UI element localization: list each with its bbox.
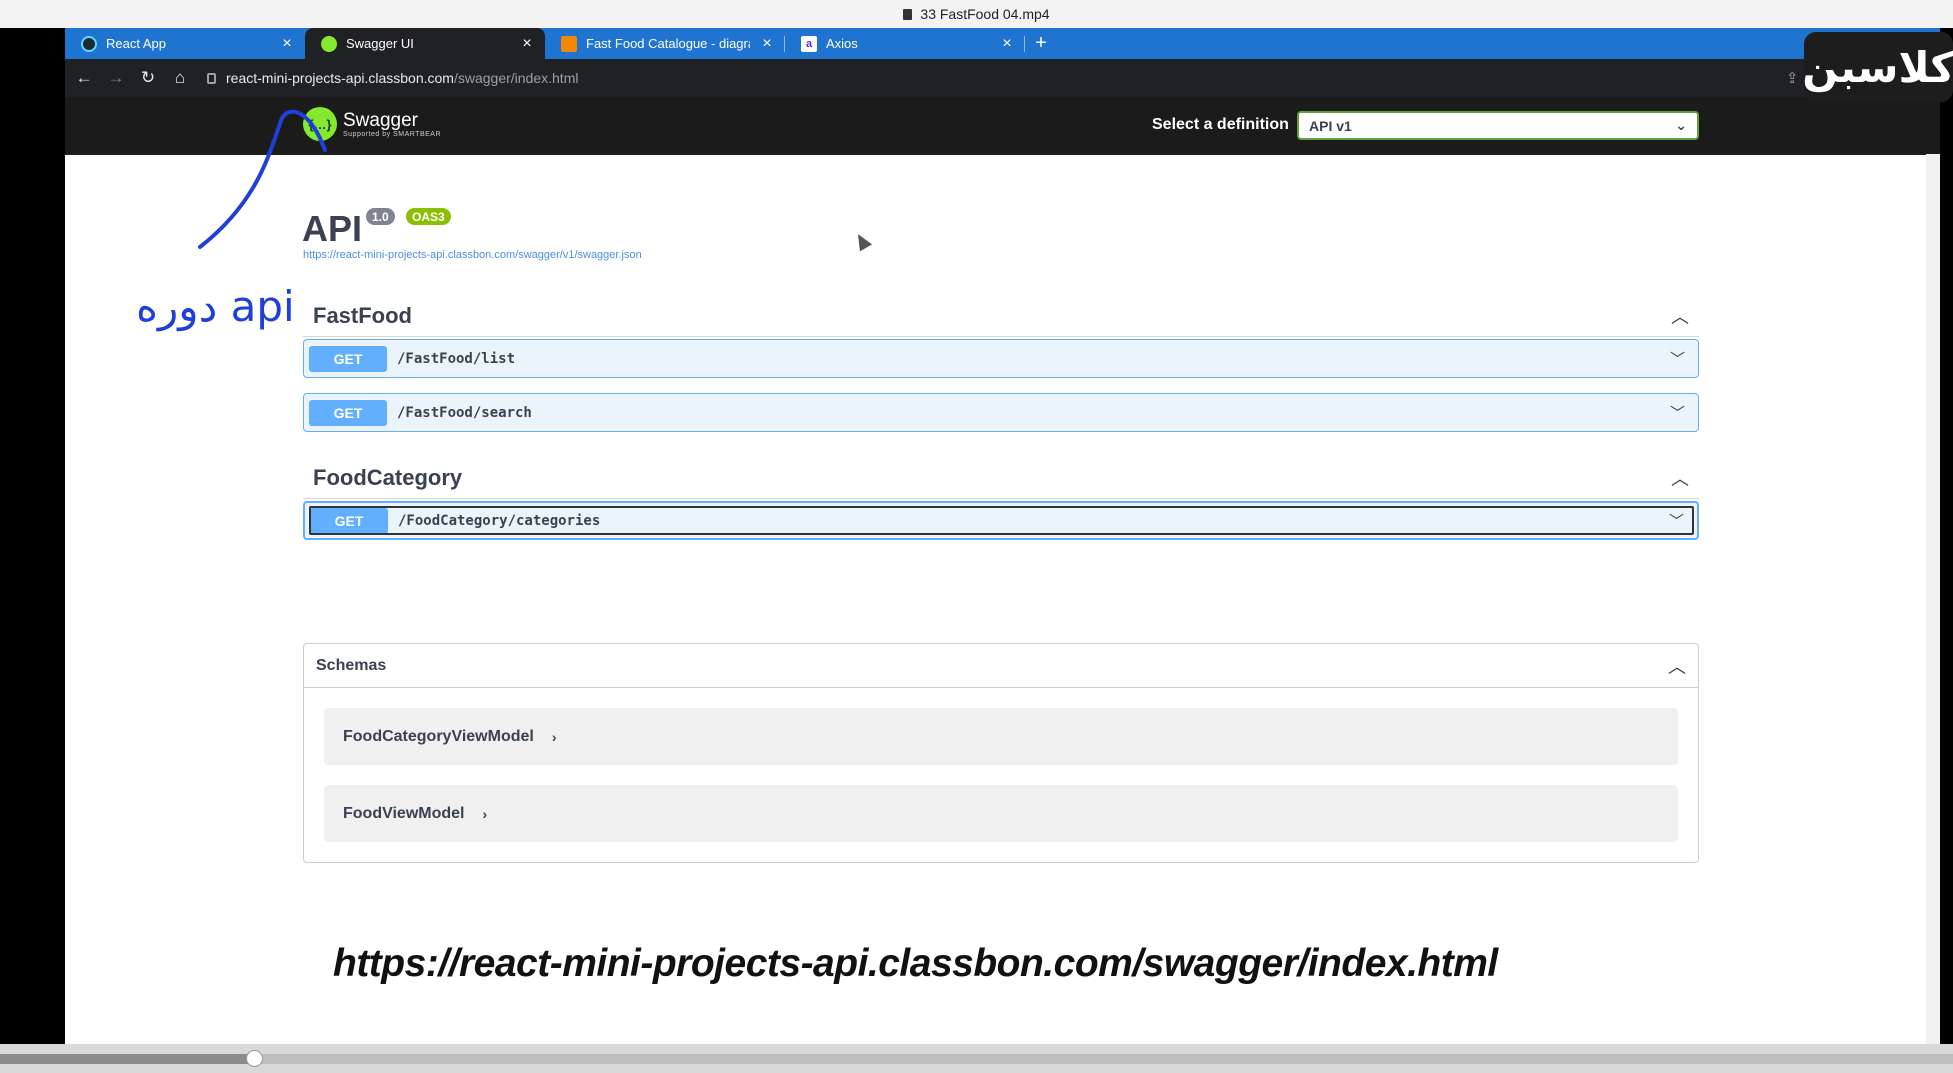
definition-label: Select a definition — [1152, 116, 1289, 133]
version-badge: 1.0 — [366, 208, 395, 225]
swagger-topbar: {…} Swagger Supported by SMARTBEAR Selec… — [65, 97, 1940, 155]
close-icon[interactable]: × — [759, 35, 775, 53]
react-icon — [81, 35, 97, 52]
progress-knob[interactable] — [245, 1050, 263, 1067]
definition-select[interactable]: API v1 ⌄ — [1297, 111, 1699, 140]
player-controls — [0, 1044, 1953, 1073]
chevron-down-icon: ⌄ — [1675, 117, 1687, 133]
share-icon[interactable]: ⇪ — [1786, 69, 1799, 87]
annotation-note: دوره api — [136, 282, 295, 331]
tab-react-app[interactable]: React App × — [65, 28, 305, 59]
tag-name: FastFood — [313, 302, 412, 328]
chevron-up-icon[interactable]: ︿ — [1668, 653, 1686, 679]
operation-path: /FastFood/list — [397, 350, 516, 367]
browser-window: React App × Swagger UI × Fast Food Catal… — [65, 28, 1940, 1044]
url-path: /swagger/index.html — [453, 70, 579, 86]
address-bar[interactable]: react-mini-projects-api.classbon.com/swa… — [203, 63, 1772, 93]
close-icon[interactable]: × — [279, 35, 295, 53]
tag-foodcategory[interactable]: FoodCategory ︿ — [303, 457, 1699, 499]
swagger-logo-name: Swagger — [343, 109, 418, 131]
model-foodcategoryviewmodel[interactable]: FoodCategoryViewModel › — [324, 708, 1678, 765]
browser-toolbar: ← → ↻ ⌂ react-mini-projects-api.classbon… — [65, 59, 1940, 97]
video-letterbox — [0, 28, 65, 1044]
tab-diagrams[interactable]: Fast Food Catalogue - diagrams. × — [545, 28, 785, 59]
operation-fastfood-list[interactable]: GET /FastFood/list ﹀ — [303, 339, 1699, 378]
tag-name: FoodCategory — [313, 464, 463, 490]
mouse-cursor-icon — [851, 230, 873, 252]
overlay-url-caption: https://react-mini-projects-api.classbon… — [333, 942, 1498, 985]
tab-title: Swagger UI — [346, 36, 414, 51]
model-name: FoodViewModel — [343, 804, 465, 822]
method-badge: GET — [309, 345, 387, 372]
method-badge: GET — [309, 399, 387, 426]
tab-title: React App — [106, 36, 166, 51]
tag-fastfood[interactable]: FastFood ︿ — [303, 295, 1699, 337]
schemas-section: Schemas ︿ FoodCategoryViewModel › FoodVi… — [303, 643, 1699, 863]
swagger-icon — [321, 35, 337, 52]
new-tab-button[interactable]: + — [1025, 28, 1057, 59]
back-arrow-icon[interactable]: ← — [75, 68, 93, 88]
chevron-down-icon[interactable]: ﹀ — [1670, 348, 1685, 369]
url-host: react-mini-projects-api.classbon.com — [226, 70, 454, 86]
home-icon[interactable]: ⌂ — [171, 68, 189, 88]
method-badge: GET — [310, 507, 388, 534]
close-icon[interactable]: × — [999, 35, 1015, 53]
close-icon[interactable]: × — [519, 35, 535, 53]
reload-icon[interactable]: ↻ — [139, 68, 157, 88]
progress-fill — [0, 1054, 254, 1064]
drawio-icon — [561, 35, 577, 52]
player-title-bar: 33 FastFood 04.mp4 — [0, 0, 1953, 28]
tab-bar: React App × Swagger UI × Fast Food Catal… — [65, 28, 1940, 59]
swagger-logo-sub: Supported by SMARTBEAR — [343, 130, 442, 138]
chevron-right-icon[interactable]: › — [552, 729, 557, 745]
player-title: 33 FastFood 04.mp4 — [920, 6, 1050, 22]
progress-track[interactable] — [0, 1050, 1953, 1067]
model-foodviewmodel[interactable]: FoodViewModel › — [324, 785, 1678, 842]
axios-icon: a — [801, 35, 817, 52]
oas-badge: OAS3 — [406, 208, 451, 225]
schemas-header[interactable]: Schemas ︿ — [304, 644, 1698, 688]
operation-path: /FoodCategory/categories — [398, 512, 601, 529]
lock-icon — [207, 72, 216, 84]
operation-foodcategory-categories[interactable]: GET /FoodCategory/categories ﹀ — [303, 501, 1699, 540]
swagger-logo[interactable]: {…} Swagger Supported by SMARTBEAR — [303, 107, 441, 141]
operation-fastfood-search[interactable]: GET /FastFood/search ﹀ — [303, 393, 1699, 432]
tab-divider — [1024, 36, 1025, 52]
definition-value: API v1 — [1309, 117, 1352, 134]
operation-path: /FastFood/search — [397, 404, 532, 421]
tab-title: Fast Food Catalogue - diagrams. — [586, 36, 750, 51]
vertical-scrollbar[interactable] — [1926, 154, 1940, 1044]
tab-swagger-ui[interactable]: Swagger UI × — [305, 28, 545, 59]
channel-watermark: کلاسبن — [1802, 32, 1953, 102]
tab-title: Axios — [826, 36, 858, 51]
chevron-up-icon[interactable]: ︿ — [1671, 303, 1689, 329]
swagger-logo-icon: {…} — [303, 107, 337, 141]
forward-arrow-icon[interactable]: → — [107, 68, 125, 88]
chevron-down-icon[interactable]: ﹀ — [1670, 402, 1685, 423]
api-title: API — [302, 208, 363, 249]
video-file-icon — [903, 8, 913, 20]
model-name: FoodCategoryViewModel — [343, 727, 534, 745]
tab-axios[interactable]: a Axios × — [785, 28, 1025, 59]
spec-url-link[interactable]: https://react-mini-projects-api.classbon… — [303, 249, 642, 261]
chevron-right-icon[interactable]: › — [482, 806, 487, 822]
schemas-title: Schemas — [316, 656, 387, 674]
swagger-content: API 1.0 OAS3 https://react-mini-projects… — [65, 155, 1940, 1044]
chevron-down-icon[interactable]: ﹀ — [1669, 510, 1684, 531]
chevron-up-icon[interactable]: ︿ — [1671, 465, 1689, 491]
